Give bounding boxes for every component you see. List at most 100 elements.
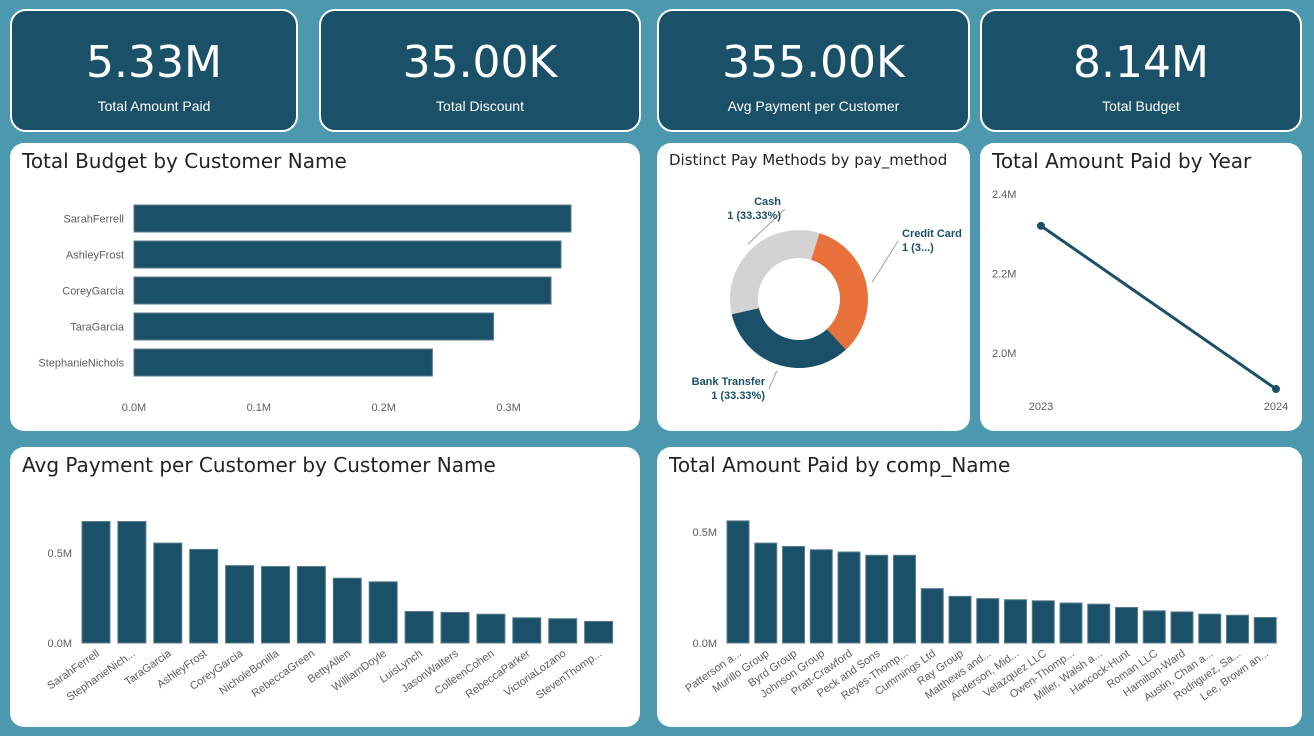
kpi-card-total-amount-paid[interactable]: 5.33M Total Amount Paid bbox=[10, 9, 298, 132]
y-tick-label: 2.0M bbox=[992, 348, 1016, 360]
data-point[interactable] bbox=[1037, 221, 1045, 230]
leader-line bbox=[768, 370, 778, 390]
bar[interactable] bbox=[726, 520, 750, 644]
pie-slice[interactable] bbox=[731, 308, 846, 368]
series-line[interactable] bbox=[1040, 224, 1277, 391]
bar[interactable] bbox=[865, 554, 889, 644]
bar[interactable] bbox=[225, 565, 255, 644]
bar[interactable] bbox=[1059, 602, 1083, 644]
slice-value-label: 1 (3...) bbox=[902, 242, 934, 254]
kpi-value: 5.33M bbox=[86, 37, 222, 88]
bar[interactable] bbox=[1198, 613, 1222, 644]
bar[interactable] bbox=[189, 548, 219, 644]
y-tick-label: StephanieNichols bbox=[38, 358, 124, 370]
y-tick-label: 0.5M bbox=[693, 527, 717, 539]
kpi-label: Total Budget bbox=[1102, 98, 1180, 114]
chart-title: Total Amount Paid by comp_Name bbox=[669, 453, 1011, 477]
slice-value-label: 1 (33.33%) bbox=[711, 390, 765, 402]
pie-slice[interactable] bbox=[811, 233, 868, 350]
y-tick-label: TaraGarcia bbox=[70, 322, 125, 334]
kpi-value: 8.14M bbox=[1073, 37, 1209, 88]
bar[interactable] bbox=[1142, 610, 1166, 644]
bar[interactable] bbox=[133, 348, 433, 377]
bar[interactable] bbox=[133, 204, 572, 233]
kpi-card-avg-payment[interactable]: 355.00K Avg Payment per Customer bbox=[657, 9, 970, 132]
bar[interactable] bbox=[440, 611, 470, 644]
chart-title: Avg Payment per Customer by Customer Nam… bbox=[22, 453, 496, 477]
kpi-label: Total Discount bbox=[436, 98, 524, 114]
bar[interactable] bbox=[117, 521, 147, 644]
chart-title: Distinct Pay Methods by pay_method bbox=[669, 151, 948, 169]
bar[interactable] bbox=[512, 617, 542, 644]
bar[interactable] bbox=[1115, 606, 1138, 644]
chart-title: Total Budget by Customer Name bbox=[22, 149, 347, 173]
bar[interactable] bbox=[1004, 599, 1027, 644]
bar[interactable] bbox=[893, 554, 916, 644]
bar[interactable] bbox=[1170, 611, 1194, 644]
bar[interactable] bbox=[153, 542, 183, 644]
avgpay-bar-chart[interactable]: 0.5M0.0MSarahFerrellStephanieNich...Tara… bbox=[10, 447, 640, 727]
kpi-value: 35.00K bbox=[402, 37, 558, 88]
bar[interactable] bbox=[948, 595, 972, 644]
x-tick-label: StevenThomp... bbox=[534, 648, 604, 702]
bar[interactable] bbox=[1031, 600, 1055, 644]
leader-line bbox=[871, 240, 899, 283]
y-tick-label: SarahFerrell bbox=[63, 214, 124, 226]
y-tick-label: 2.4M bbox=[992, 189, 1016, 201]
bar[interactable] bbox=[133, 276, 552, 305]
bar[interactable] bbox=[404, 611, 434, 644]
y-tick-label: 0.0M bbox=[693, 638, 717, 650]
data-point[interactable] bbox=[1272, 385, 1280, 394]
slice-label: Bank Transfer bbox=[692, 376, 766, 388]
bar[interactable] bbox=[548, 618, 578, 644]
y-tick-label: 2.2M bbox=[992, 269, 1016, 281]
y-tick-label: AshleyFrost bbox=[66, 250, 124, 262]
bar[interactable] bbox=[1226, 614, 1249, 644]
y-tick-label: CoreyGarcia bbox=[62, 286, 125, 298]
avgpay-chart-panel[interactable]: Avg Payment per Customer by Customer Nam… bbox=[10, 447, 640, 727]
bar[interactable] bbox=[81, 521, 111, 644]
bar[interactable] bbox=[584, 620, 614, 644]
slice-label: Cash bbox=[754, 196, 781, 208]
comp-chart-panel[interactable]: Total Amount Paid by comp_Name 0.5M 0.0M P… bbox=[657, 447, 1302, 727]
budget-chart-panel[interactable]: Total Budget by Customer Name SarahFerre… bbox=[10, 143, 640, 431]
kpi-value: 355.00K bbox=[722, 37, 905, 88]
bar[interactable] bbox=[976, 598, 1000, 644]
x-tick-label: RebeccaGreen bbox=[250, 648, 318, 700]
bar[interactable] bbox=[332, 577, 362, 644]
bar[interactable] bbox=[837, 551, 861, 644]
pie-slice[interactable] bbox=[730, 229, 820, 315]
chart-title: Total Amount Paid by Year bbox=[992, 149, 1252, 173]
y-tick-label: 0.5M bbox=[48, 548, 72, 560]
budget-bar-chart[interactable]: SarahFerrell AshleyFrost CoreyGarcia TaraGa… bbox=[10, 143, 640, 431]
y-tick-label: 0.0M bbox=[48, 638, 72, 650]
x-tick-label: 0.0M bbox=[122, 402, 146, 414]
bar[interactable] bbox=[809, 549, 833, 644]
bar[interactable] bbox=[1253, 616, 1277, 644]
bar[interactable] bbox=[476, 613, 506, 644]
x-tick-label: 0.1M bbox=[247, 402, 271, 414]
x-tick-label: 0.3M bbox=[496, 402, 520, 414]
kpi-card-total-discount[interactable]: 35.00K Total Discount bbox=[319, 9, 641, 132]
kpi-label: Total Amount Paid bbox=[97, 98, 211, 114]
paymethod-chart-panel[interactable]: Distinct Pay Methods by pay_method Credi… bbox=[657, 143, 970, 431]
bar[interactable] bbox=[754, 542, 778, 644]
year-line-chart[interactable]: 2.4M 2.2M 2.0M 2023 2024 bbox=[980, 143, 1302, 431]
x-tick-label: 0.2M bbox=[371, 402, 395, 414]
bar[interactable] bbox=[920, 588, 944, 644]
bar[interactable] bbox=[368, 581, 398, 644]
kpi-label: Avg Payment per Customer bbox=[727, 98, 900, 114]
x-tick-label: 2023 bbox=[1029, 401, 1053, 413]
kpi-card-total-budget[interactable]: 8.14M Total Budget bbox=[980, 9, 1302, 132]
year-chart-panel[interactable]: Total Amount Paid by Year 2.4M 2.2M 2.0M 20… bbox=[980, 143, 1302, 431]
comp-bar-chart[interactable]: 0.5M0.0MPatterson a...Murillo GroupByrd … bbox=[657, 447, 1302, 727]
bar[interactable] bbox=[1087, 603, 1111, 644]
bar[interactable] bbox=[133, 312, 495, 341]
bar[interactable] bbox=[782, 545, 805, 644]
bar[interactable] bbox=[296, 566, 326, 644]
bar[interactable] bbox=[261, 566, 290, 644]
bar[interactable] bbox=[133, 240, 562, 269]
slice-value-label: 1 (33.33%) bbox=[727, 210, 781, 222]
paymethod-donut-chart[interactable]: Credit Card 1 (3...) Bank Transfer 1 (33.33… bbox=[657, 143, 970, 431]
slice-label: Credit Card bbox=[902, 228, 962, 240]
